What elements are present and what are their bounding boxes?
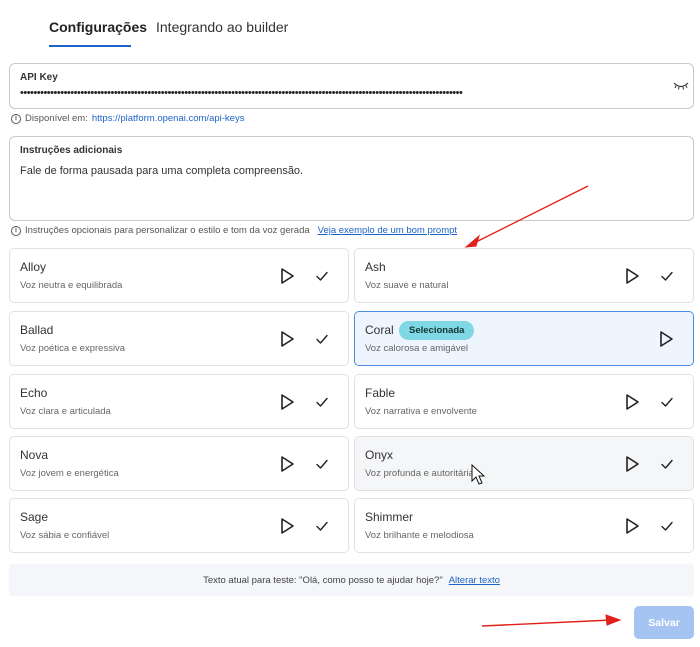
voice-description: Voz clara e articulada [20, 406, 111, 417]
eye-closed-icon[interactable] [673, 80, 689, 90]
voice-description: Voz calorosa e amigável [365, 343, 468, 354]
voice-name: Sage [20, 510, 49, 524]
voice-card-onyx[interactable]: Onyx Voz profunda e autoritária [354, 436, 694, 491]
tab-configuracoes[interactable]: Configurações [49, 18, 147, 36]
voice-card-sage[interactable]: Sage Voz sábia e confiável [9, 498, 349, 553]
voice-name: Onyx [365, 448, 394, 462]
play-icon[interactable] [623, 393, 641, 411]
info-icon: i [11, 113, 21, 124]
voice-description: Voz neutra e equilibrada [20, 280, 123, 291]
voice-description: Voz jovem e energética [20, 468, 119, 479]
voice-description: Voz narrativa e envolvente [365, 406, 477, 417]
voice-name: Ash [365, 260, 386, 274]
info-icon: i [11, 225, 21, 236]
check-icon[interactable] [660, 395, 674, 409]
play-icon[interactable] [278, 267, 296, 285]
test-text-bar: Texto atual para teste: "Olá, como posso… [9, 564, 694, 596]
play-icon[interactable] [623, 517, 641, 535]
check-icon[interactable] [315, 332, 329, 346]
save-button[interactable]: Salvar [634, 606, 694, 639]
voice-description: Voz suave e natural [365, 280, 449, 291]
instructions-help-text: Instruções opcionais para personalizar o… [25, 225, 310, 236]
prompt-example-link[interactable]: Veja exemplo de um bom prompt [318, 225, 457, 236]
voice-card-alloy[interactable]: Alloy Voz neutra e equilibrada [9, 248, 349, 303]
voice-card-ballad[interactable]: Ballad Voz poética e expressiva [9, 311, 349, 366]
voice-name: Alloy [20, 260, 47, 274]
check-icon[interactable] [315, 457, 329, 471]
voice-description: Voz poética e expressiva [20, 343, 126, 354]
voice-name: Ballad [20, 323, 54, 337]
play-icon[interactable] [278, 517, 296, 535]
play-icon[interactable] [278, 455, 296, 473]
play-icon[interactable] [657, 330, 675, 348]
instructions-textarea[interactable]: Fale de forma pausada para uma completa … [20, 165, 303, 177]
check-icon[interactable] [660, 269, 674, 283]
voice-description: Voz brilhante e melodiosa [365, 530, 474, 541]
check-icon[interactable] [315, 269, 329, 283]
red-arrow-icon [481, 614, 622, 627]
voice-name: Nova [20, 448, 49, 462]
api-key-link[interactable]: https://platform.openai.com/api-keys [92, 113, 245, 124]
instructions-help: i Instruções opcionais para personalizar… [11, 225, 457, 236]
check-icon[interactable] [315, 395, 329, 409]
voice-name: Fable [365, 386, 396, 400]
voice-card-echo[interactable]: Echo Voz clara e articulada [9, 374, 349, 429]
instructions-label: Instruções adicionais [20, 145, 123, 156]
tab-integrando-builder[interactable]: Integrando ao builder [156, 18, 288, 36]
voice-card-fable[interactable]: Fable Voz narrativa e envolvente [354, 374, 694, 429]
api-key-label: API Key [20, 72, 58, 83]
voice-card-nova[interactable]: Nova Voz jovem e energética [9, 436, 349, 491]
play-icon[interactable] [623, 267, 641, 285]
change-text-link[interactable]: Alterar texto [449, 575, 500, 586]
voice-card-shimmer[interactable]: Shimmer Voz brilhante e melodiosa [354, 498, 694, 553]
voice-name: Coral [365, 323, 394, 337]
api-key-input[interactable]: ••••••••••••••••••••••••••••••••••••••••… [20, 86, 682, 100]
tab-bar: Configurações Integrando ao builder [0, 0, 700, 48]
check-icon[interactable] [660, 519, 674, 533]
voice-card-coral[interactable]: Coral Selecionada Voz calorosa e amigáve… [354, 311, 694, 366]
voice-card-ash[interactable]: Ash Voz suave e natural [354, 248, 694, 303]
api-key-help: i Disponível em: https://platform.openai… [11, 113, 244, 124]
check-icon[interactable] [315, 519, 329, 533]
check-icon[interactable] [660, 457, 674, 471]
voice-name: Echo [20, 386, 48, 400]
play-icon[interactable] [278, 393, 296, 411]
test-text: Texto atual para teste: "Olá, como posso… [203, 574, 443, 586]
play-icon[interactable] [278, 330, 296, 348]
instructions-field[interactable]: Instruções adicionais Fale de forma paus… [9, 136, 694, 221]
api-key-field[interactable]: API Key ••••••••••••••••••••••••••••••••… [9, 63, 694, 109]
voice-description: Voz sábia e confiável [20, 530, 110, 541]
active-tab-underline [49, 45, 131, 47]
voice-description: Voz profunda e autoritária [365, 468, 474, 479]
voice-name: Shimmer [365, 510, 414, 524]
play-icon[interactable] [623, 455, 641, 473]
api-key-help-text: Disponível em: [25, 113, 88, 124]
selected-badge: Selecionada [399, 321, 475, 340]
